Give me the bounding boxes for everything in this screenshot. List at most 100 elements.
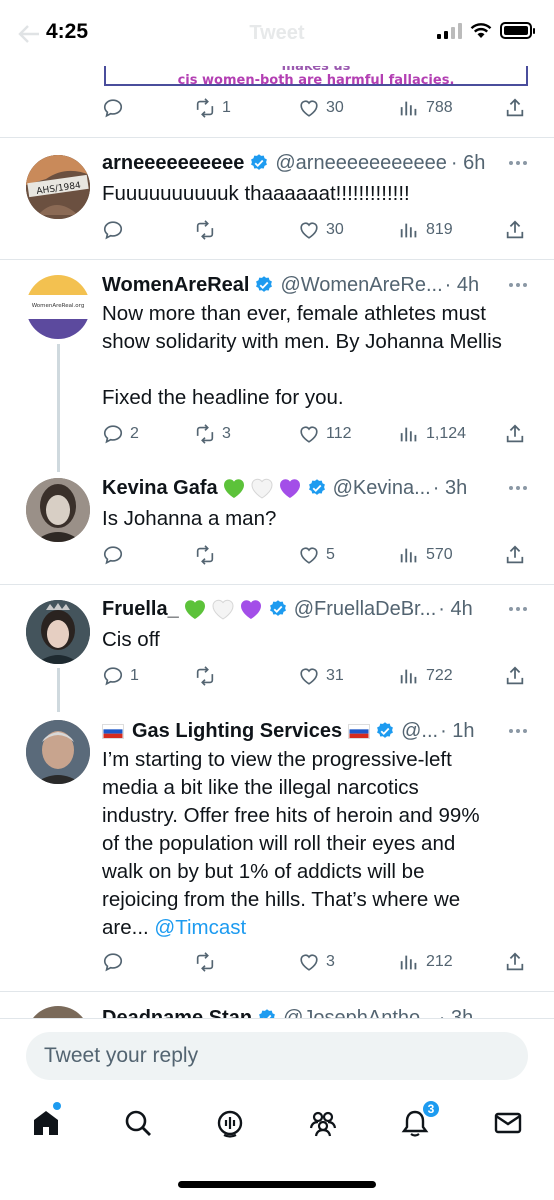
views-button[interactable]: 1,124 bbox=[398, 420, 466, 448]
like-button[interactable]: 3 bbox=[298, 948, 335, 976]
bottom-panel: 3 bbox=[0, 1018, 554, 1200]
heart-icon bbox=[300, 668, 318, 685]
divider bbox=[0, 137, 554, 138]
share-icon bbox=[506, 545, 524, 564]
retweet-count: 1 bbox=[222, 99, 231, 116]
avatar[interactable] bbox=[26, 720, 90, 784]
views-button[interactable]: 212 bbox=[398, 948, 453, 976]
reply-button[interactable] bbox=[102, 948, 124, 976]
russia-flag-icon bbox=[348, 723, 371, 739]
tweet-time: · 6h bbox=[450, 151, 486, 174]
tab-home[interactable] bbox=[26, 1103, 66, 1143]
views-icon bbox=[400, 548, 417, 563]
share-button[interactable] bbox=[504, 662, 526, 690]
verified-badge-icon bbox=[377, 722, 393, 738]
divider bbox=[0, 584, 554, 585]
communities-icon bbox=[309, 1111, 337, 1137]
more-options-icon[interactable] bbox=[508, 606, 528, 612]
reply-icon bbox=[103, 953, 123, 972]
retweet-button[interactable] bbox=[194, 216, 216, 244]
views-button[interactable]: 819 bbox=[398, 216, 453, 244]
like-button[interactable]: 112 bbox=[298, 420, 352, 448]
like-button[interactable]: 30 bbox=[298, 94, 344, 122]
tweet-text: Cis off bbox=[102, 628, 160, 651]
reply-button[interactable]: 1 bbox=[102, 662, 139, 690]
author-handle[interactable]: @FruellaDeBr... bbox=[294, 598, 437, 621]
avatar-text: WomenAreReal.org bbox=[31, 303, 85, 309]
retweet-button[interactable]: 3 bbox=[194, 420, 231, 448]
notifications-badge: 3 bbox=[421, 1099, 441, 1119]
wifi-icon bbox=[470, 22, 492, 38]
author-handle[interactable]: @WomenAreRe... bbox=[280, 274, 442, 297]
reply-button[interactable] bbox=[102, 541, 124, 569]
avatar-image bbox=[26, 720, 90, 784]
tweet-actions: 1 31 722 bbox=[100, 662, 530, 690]
home-indicator[interactable] bbox=[178, 1181, 376, 1188]
retweet-icon bbox=[196, 666, 214, 686]
author-name[interactable]: arneeeeeeeeee bbox=[102, 152, 244, 175]
like-count: 3 bbox=[326, 953, 335, 970]
green-heart-icon bbox=[223, 479, 244, 498]
view-count: 212 bbox=[426, 953, 453, 970]
reply-input[interactable] bbox=[26, 1032, 528, 1080]
tab-messages[interactable] bbox=[488, 1103, 528, 1143]
status-icons bbox=[437, 22, 535, 39]
reply-icon bbox=[103, 221, 123, 240]
views-button[interactable]: 722 bbox=[398, 662, 453, 690]
retweet-count: 3 bbox=[222, 425, 231, 442]
reply-button[interactable]: 2 bbox=[102, 420, 139, 448]
share-button[interactable] bbox=[504, 420, 526, 448]
like-button[interactable]: 30 bbox=[298, 216, 344, 244]
tweet-text: Fuuuuuuuuuuk thaaaaaat!!!!!!!!!!!!! bbox=[102, 182, 410, 205]
reply-button[interactable] bbox=[102, 216, 124, 244]
share-button[interactable] bbox=[504, 948, 526, 976]
more-options-icon[interactable] bbox=[508, 728, 528, 734]
views-icon bbox=[400, 101, 417, 116]
author-handle[interactable]: @Kevina... bbox=[333, 477, 431, 500]
thread-line bbox=[57, 668, 60, 712]
more-options-icon[interactable] bbox=[508, 485, 528, 491]
author-name[interactable]: Fruella_ bbox=[102, 598, 179, 621]
author-handle[interactable]: @arneeeeeeeeeee bbox=[275, 152, 447, 175]
divider bbox=[0, 991, 554, 992]
avatar[interactable] bbox=[26, 600, 90, 664]
avatar[interactable]: AHS/1984 bbox=[26, 155, 90, 219]
tweet-time: · 4h bbox=[444, 273, 480, 296]
share-icon bbox=[506, 424, 524, 443]
white-heart-icon bbox=[212, 599, 234, 620]
avatar[interactable] bbox=[26, 478, 90, 542]
avatar-image: AHS/1984 bbox=[26, 155, 90, 219]
author-name[interactable]: Gas Lighting Services bbox=[132, 720, 342, 743]
tweet-header: Fruella_ @FruellaDeBr... · 4h bbox=[102, 595, 502, 623]
tweet-text-body: I’m starting to view the progressive-lef… bbox=[102, 748, 486, 939]
retweet-button[interactable]: 1 bbox=[194, 94, 231, 122]
mention-link[interactable]: @Timcast bbox=[154, 916, 246, 939]
thread-line bbox=[57, 344, 60, 472]
share-button[interactable] bbox=[504, 216, 526, 244]
retweet-button[interactable] bbox=[194, 662, 216, 690]
author-name[interactable]: WomenAreReal bbox=[102, 274, 249, 297]
author-name[interactable]: Kevina Gafa bbox=[102, 477, 218, 500]
views-button[interactable]: 788 bbox=[398, 94, 453, 122]
author-handle[interactable]: @... bbox=[401, 720, 438, 743]
share-button[interactable] bbox=[504, 94, 526, 122]
more-options-icon[interactable] bbox=[508, 160, 528, 166]
retweet-button[interactable] bbox=[194, 541, 216, 569]
views-button[interactable]: 570 bbox=[398, 541, 453, 569]
like-button[interactable]: 5 bbox=[298, 541, 335, 569]
reply-button[interactable] bbox=[102, 94, 124, 122]
tab-spaces[interactable] bbox=[210, 1103, 250, 1143]
avatar[interactable]: WomenAreReal.org bbox=[26, 275, 90, 339]
cellular-signal-icon bbox=[437, 22, 462, 39]
more-options-icon[interactable] bbox=[508, 282, 528, 288]
like-button[interactable]: 31 bbox=[298, 662, 344, 690]
reply-icon bbox=[103, 99, 123, 118]
retweet-icon bbox=[196, 424, 214, 444]
tab-search[interactable] bbox=[118, 1103, 158, 1143]
retweet-button[interactable] bbox=[194, 948, 216, 976]
tab-communities[interactable] bbox=[303, 1103, 343, 1143]
retweet-icon bbox=[196, 952, 214, 972]
tweet-actions: 30 819 bbox=[100, 216, 530, 244]
share-button[interactable] bbox=[504, 541, 526, 569]
divider bbox=[0, 259, 554, 260]
